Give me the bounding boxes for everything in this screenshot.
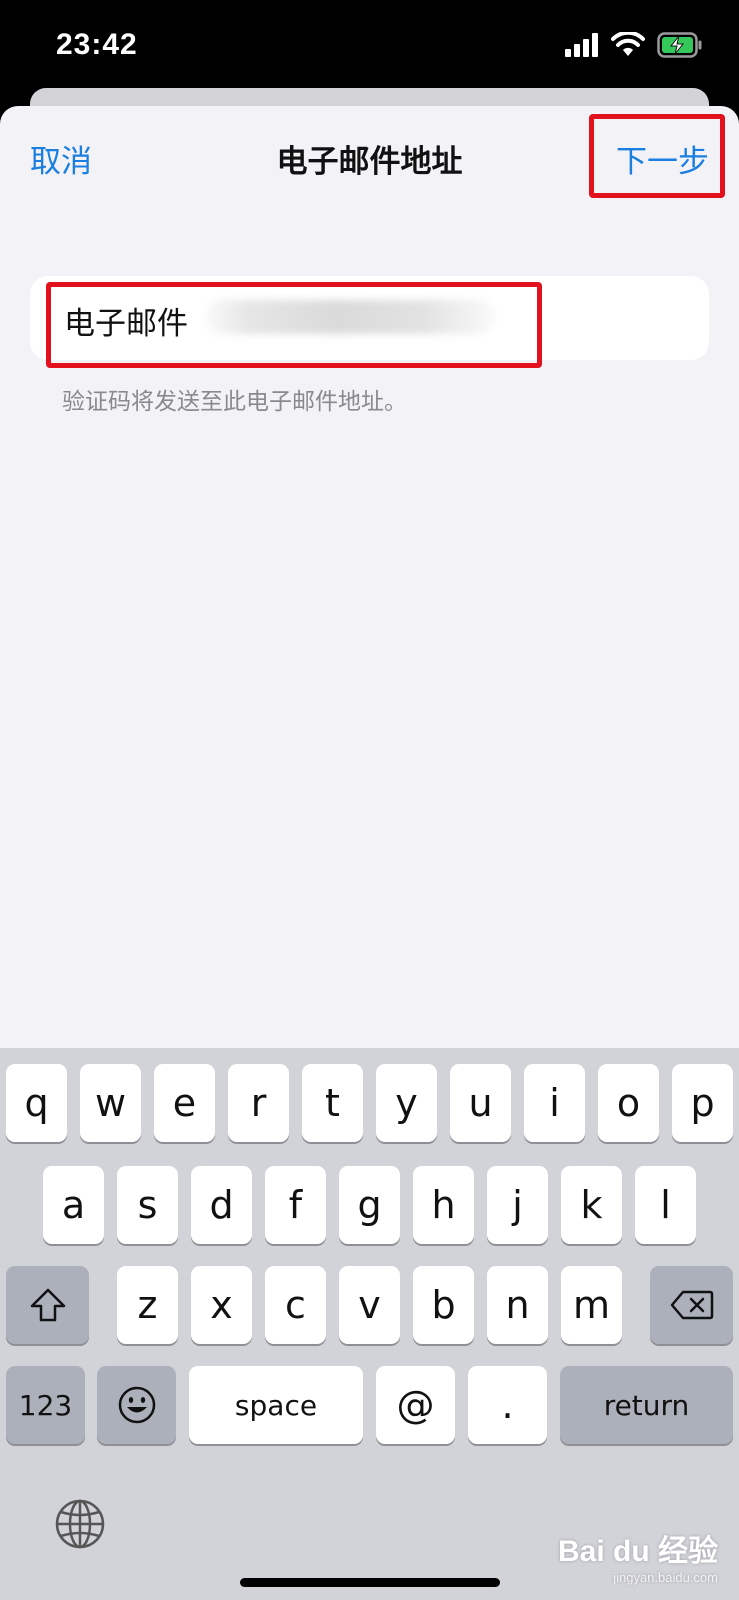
return-key[interactable]: return (560, 1366, 733, 1444)
wifi-icon (611, 32, 645, 56)
key-u[interactable]: u (450, 1064, 511, 1142)
watermark-sub: jingyan.baidu.com (613, 1570, 718, 1585)
key-z[interactable]: z (117, 1266, 178, 1344)
space-key[interactable]: space (189, 1366, 363, 1444)
key-b[interactable]: b (413, 1266, 474, 1344)
key-r[interactable]: r (228, 1064, 289, 1142)
emoji-icon (118, 1386, 155, 1424)
key-o[interactable]: o (598, 1064, 659, 1142)
key-n[interactable]: n (487, 1266, 548, 1344)
shift-key[interactable] (6, 1266, 89, 1344)
battery-charging-icon (657, 32, 702, 58)
at-key[interactable]: @ (376, 1366, 455, 1444)
email-label: 电子邮件 (64, 306, 188, 342)
key-y[interactable]: y (376, 1064, 437, 1142)
key-x[interactable]: x (191, 1266, 252, 1344)
email-input[interactable] (200, 290, 500, 346)
key-q[interactable]: q (6, 1064, 67, 1142)
key-m[interactable]: m (561, 1266, 622, 1344)
key-p[interactable]: p (672, 1064, 733, 1142)
key-a[interactable]: a (43, 1166, 104, 1244)
key-h[interactable]: h (413, 1166, 474, 1244)
key-j[interactable]: j (487, 1166, 548, 1244)
hint-text: 验证码将发送至此电子邮件地址。 (62, 389, 407, 415)
watermark: Bai du 经验 jingyan.baidu.com (558, 1526, 718, 1585)
status-icons (565, 32, 703, 58)
signal-bars-icon (565, 33, 598, 57)
status-time: 23:42 (56, 28, 138, 61)
key-l[interactable]: l (635, 1166, 696, 1244)
emoji-key[interactable] (97, 1366, 176, 1444)
key-d[interactable]: d (191, 1166, 252, 1244)
key-s[interactable]: s (117, 1166, 178, 1244)
dot-key[interactable]: . (468, 1366, 547, 1444)
email-field-card[interactable]: 电子邮件 (30, 276, 709, 360)
home-indicator (240, 1578, 500, 1587)
key-w[interactable]: w (80, 1064, 141, 1142)
globe-icon[interactable] (54, 1498, 106, 1550)
delete-key[interactable] (650, 1266, 733, 1344)
key-g[interactable]: g (339, 1166, 400, 1244)
key-t[interactable]: t (302, 1064, 363, 1142)
status-bar: 23:42 (0, 0, 739, 90)
key-i[interactable]: i (524, 1064, 585, 1142)
key-c[interactable]: c (265, 1266, 326, 1344)
key-k[interactable]: k (561, 1166, 622, 1244)
delete-icon (670, 1290, 713, 1320)
key-v[interactable]: v (339, 1266, 400, 1344)
keyboard: q w e r t y u i o p a s d f g h j k l z … (0, 1048, 739, 1600)
key-e[interactable]: e (154, 1064, 215, 1142)
watermark-main: Bai du 经验 (558, 1535, 719, 1568)
key-f[interactable]: f (265, 1166, 326, 1244)
next-button[interactable]: 下一步 (616, 136, 709, 181)
numbers-key[interactable]: 123 (6, 1366, 85, 1444)
shift-icon (30, 1288, 65, 1322)
